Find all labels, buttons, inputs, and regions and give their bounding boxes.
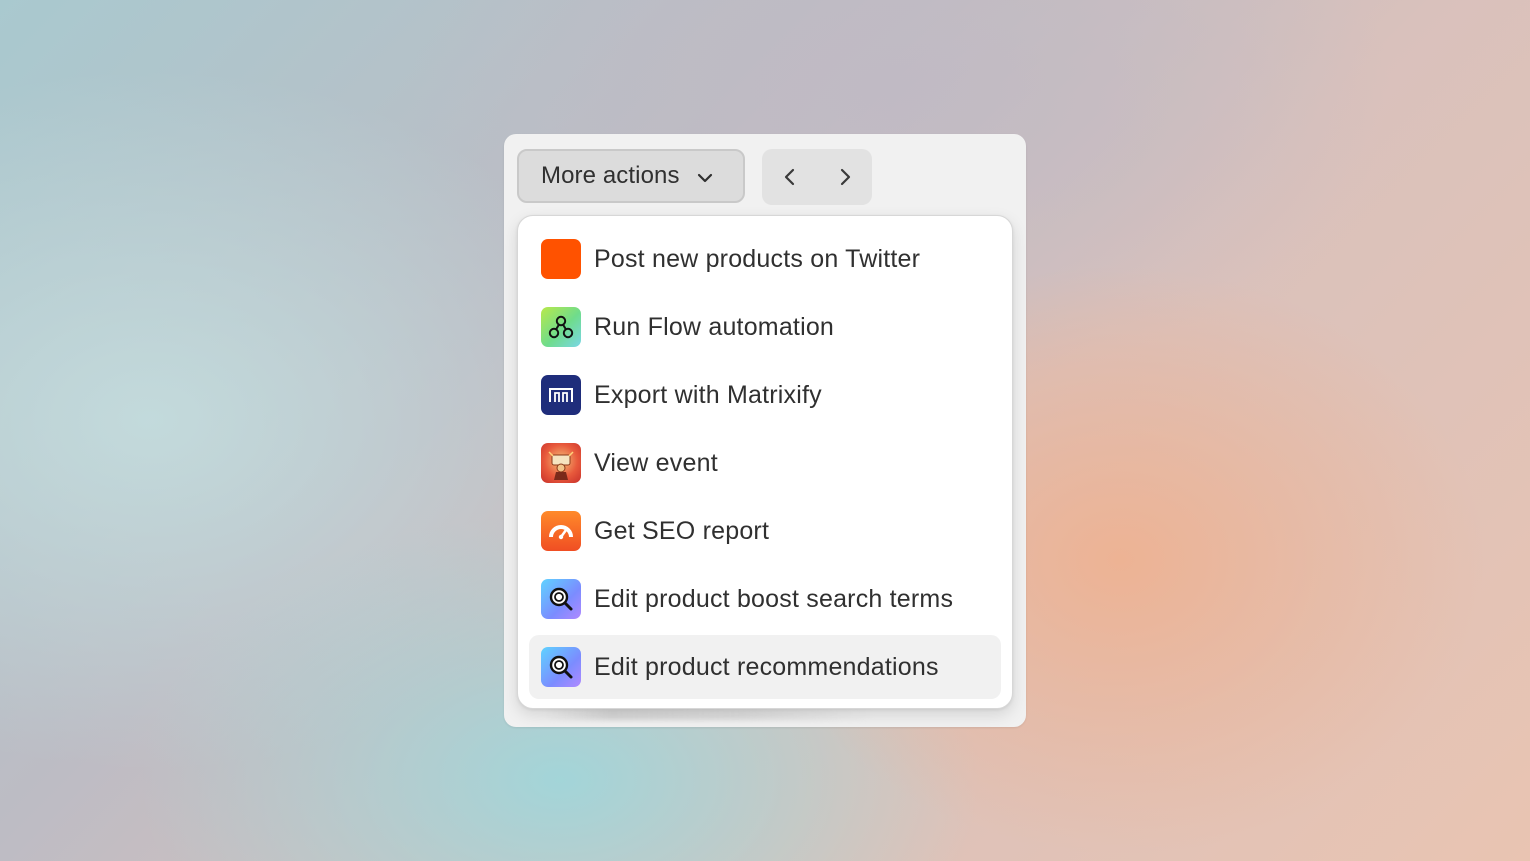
menu-item-label: Edit product recommendations: [594, 652, 939, 681]
menu-item-export-matrixify[interactable]: Export with Matrixify: [529, 363, 1001, 427]
menu-item-post-on-twitter[interactable]: Post new products on Twitter: [529, 227, 1001, 291]
search-app-icon: [541, 579, 581, 619]
seo-gauge-app-icon: [541, 511, 581, 551]
obscured-content: [544, 708, 874, 720]
menu-item-label: View event: [594, 448, 718, 477]
menu-item-label: Run Flow automation: [594, 312, 835, 341]
menu-item-label: Post new products on Twitter: [594, 244, 921, 273]
menu-item-seo-report[interactable]: Get SEO report: [529, 499, 1001, 563]
pagination-group: [762, 149, 872, 205]
menu-item-label: Export with Matrixify: [594, 380, 822, 409]
flow-app-icon: [541, 307, 581, 347]
menu-item-label: Edit product boost search terms: [594, 584, 954, 613]
chevron-right-icon[interactable]: [828, 160, 862, 194]
menu-item-run-flow[interactable]: Run Flow automation: [529, 295, 1001, 359]
orange-square-app-icon: [541, 239, 581, 279]
menu-item-boost-search-terms[interactable]: Edit product boost search terms: [529, 567, 1001, 631]
menu-item-product-recommendations[interactable]: Edit product recommendations: [529, 635, 1001, 699]
event-app-icon: [541, 443, 581, 483]
chevron-down-icon: [694, 167, 716, 189]
more-actions-button[interactable]: More actions: [517, 149, 745, 203]
menu-item-label: Get SEO report: [594, 516, 770, 545]
search-app-icon: [541, 647, 581, 687]
actions-panel: More actions Post new products on Twitte…: [504, 134, 1026, 727]
menu-item-view-event[interactable]: View event: [529, 431, 1001, 495]
matrixify-app-icon: [541, 375, 581, 415]
chevron-left-icon[interactable]: [773, 160, 807, 194]
more-actions-menu: Post new products on Twitter Run Flow au…: [517, 215, 1013, 709]
more-actions-label: More actions: [541, 162, 680, 189]
